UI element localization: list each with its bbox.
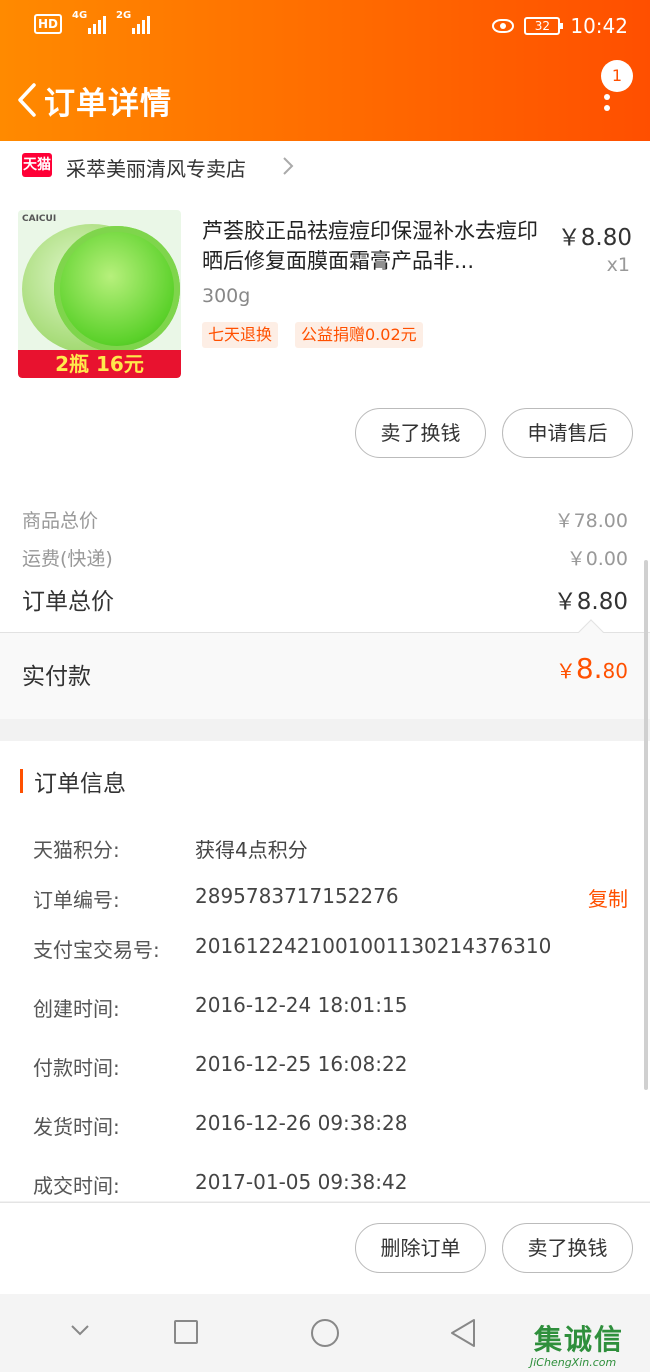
watermark-logo: 集诚信 xyxy=(534,1323,625,1356)
back-arrow-icon[interactable] xyxy=(16,82,38,118)
order-total-value: ￥8.80 xyxy=(553,589,628,615)
after-sales-button[interactable]: 申请售后 xyxy=(502,408,633,458)
home-icon[interactable] xyxy=(311,1319,339,1347)
goods-total-row: 商品总价 ￥78.00 xyxy=(22,506,628,533)
info-value: 2017-01-05 09:38:42 xyxy=(195,1170,408,1194)
app-header: HD 4G 2G 32 10:42 订单详情 1 xyxy=(0,0,650,141)
info-label: 发货时间: xyxy=(33,1115,120,1139)
signal-4g-icon: 4G xyxy=(72,10,107,34)
product-price: ￥8.80 xyxy=(557,225,632,251)
order-total-label: 订单总价 xyxy=(22,589,114,615)
back-triangle-icon[interactable] xyxy=(450,1318,476,1348)
paid-integer: 8. xyxy=(575,652,603,685)
sell-for-cash-button[interactable]: 卖了换钱 xyxy=(502,1223,633,1273)
recent-apps-icon[interactable] xyxy=(174,1320,198,1344)
info-label: 创建时间: xyxy=(33,997,120,1021)
paid-currency: ￥ xyxy=(555,659,576,683)
order-info-title: 订单信息 xyxy=(34,771,126,797)
product-jar-front xyxy=(54,226,180,352)
paid-label: 实付款 xyxy=(22,664,91,690)
network-type-label: 2G xyxy=(116,10,132,21)
eye-comfort-icon xyxy=(492,19,515,33)
shipping-value: ￥0.00 xyxy=(566,548,628,570)
message-count-badge[interactable]: 1 xyxy=(601,60,633,92)
divider xyxy=(0,632,650,633)
product-title[interactable]: 芦荟胶正品祛痘痘印保湿补水去痘印晒后修复面膜面霜膏产品非... xyxy=(202,216,547,276)
info-value: 2895783717152276 xyxy=(195,884,399,908)
product-quantity: x1 xyxy=(606,254,630,276)
info-value: 2016122421001001130214376310 xyxy=(195,934,552,958)
battery-icon: 32 xyxy=(524,17,564,35)
info-value: 2016-12-25 16:08:22 xyxy=(195,1052,408,1076)
product-spec: 300g xyxy=(202,285,251,307)
chevron-down-icon[interactable] xyxy=(70,1320,90,1340)
info-label: 订单编号: xyxy=(33,888,120,912)
goods-total-value: ￥78.00 xyxy=(554,510,628,532)
shipping-row: 运费(快递) ￥0.00 xyxy=(22,544,628,571)
status-bar: HD 4G 2G 32 10:42 xyxy=(0,0,650,56)
goods-total-label: 商品总价 xyxy=(22,510,99,532)
section-accent-bar xyxy=(20,769,23,793)
info-label: 付款时间: xyxy=(33,1056,120,1080)
brand-logo: CAICUI xyxy=(22,214,57,224)
clock: 10:42 xyxy=(570,14,628,38)
network-type-label: 4G xyxy=(72,10,88,21)
info-label: 成交时间: xyxy=(33,1174,120,1198)
info-label: 支付宝交易号: xyxy=(33,938,160,962)
page-title: 订单详情 xyxy=(44,86,172,122)
paid-amount: ￥8.80 xyxy=(556,652,628,685)
shop-name-link[interactable]: 采萃美丽清风专卖店 xyxy=(66,153,246,182)
sell-for-cash-button[interactable]: 卖了换钱 xyxy=(355,408,486,458)
info-value: 获得4点积分 xyxy=(195,838,308,862)
navbar: 订单详情 1 xyxy=(0,60,650,140)
charity-tag: 公益捐赠0.02元 xyxy=(295,322,423,348)
return-policy-tag: 七天退换 xyxy=(202,322,279,348)
info-value: 2016-12-24 18:01:15 xyxy=(195,993,408,1017)
product-image[interactable]: CAICUI 2瓶 16元 xyxy=(18,210,181,378)
promo-banner: 2瓶 16元 xyxy=(18,350,181,378)
chevron-right-icon[interactable] xyxy=(282,156,294,176)
paid-section xyxy=(0,633,650,719)
tmall-logo-icon: 天猫 xyxy=(22,153,52,177)
paid-decimal: 80 xyxy=(602,659,628,683)
watermark-url: JiChengXin.com xyxy=(530,1356,617,1369)
hd-icon: HD xyxy=(34,14,63,34)
info-value: 2016-12-26 09:38:28 xyxy=(195,1111,408,1135)
more-options-icon[interactable] xyxy=(602,94,612,114)
scrollbar[interactable] xyxy=(644,560,648,1090)
info-label: 天猫积分: xyxy=(33,838,120,862)
order-total-row: 订单总价 ￥8.80 xyxy=(22,582,628,616)
copy-order-number-button[interactable]: 复制 xyxy=(588,883,628,912)
shipping-label: 运费(快递) xyxy=(22,548,113,570)
delete-order-button[interactable]: 删除订单 xyxy=(355,1223,486,1273)
signal-2g-icon: 2G xyxy=(116,10,151,34)
